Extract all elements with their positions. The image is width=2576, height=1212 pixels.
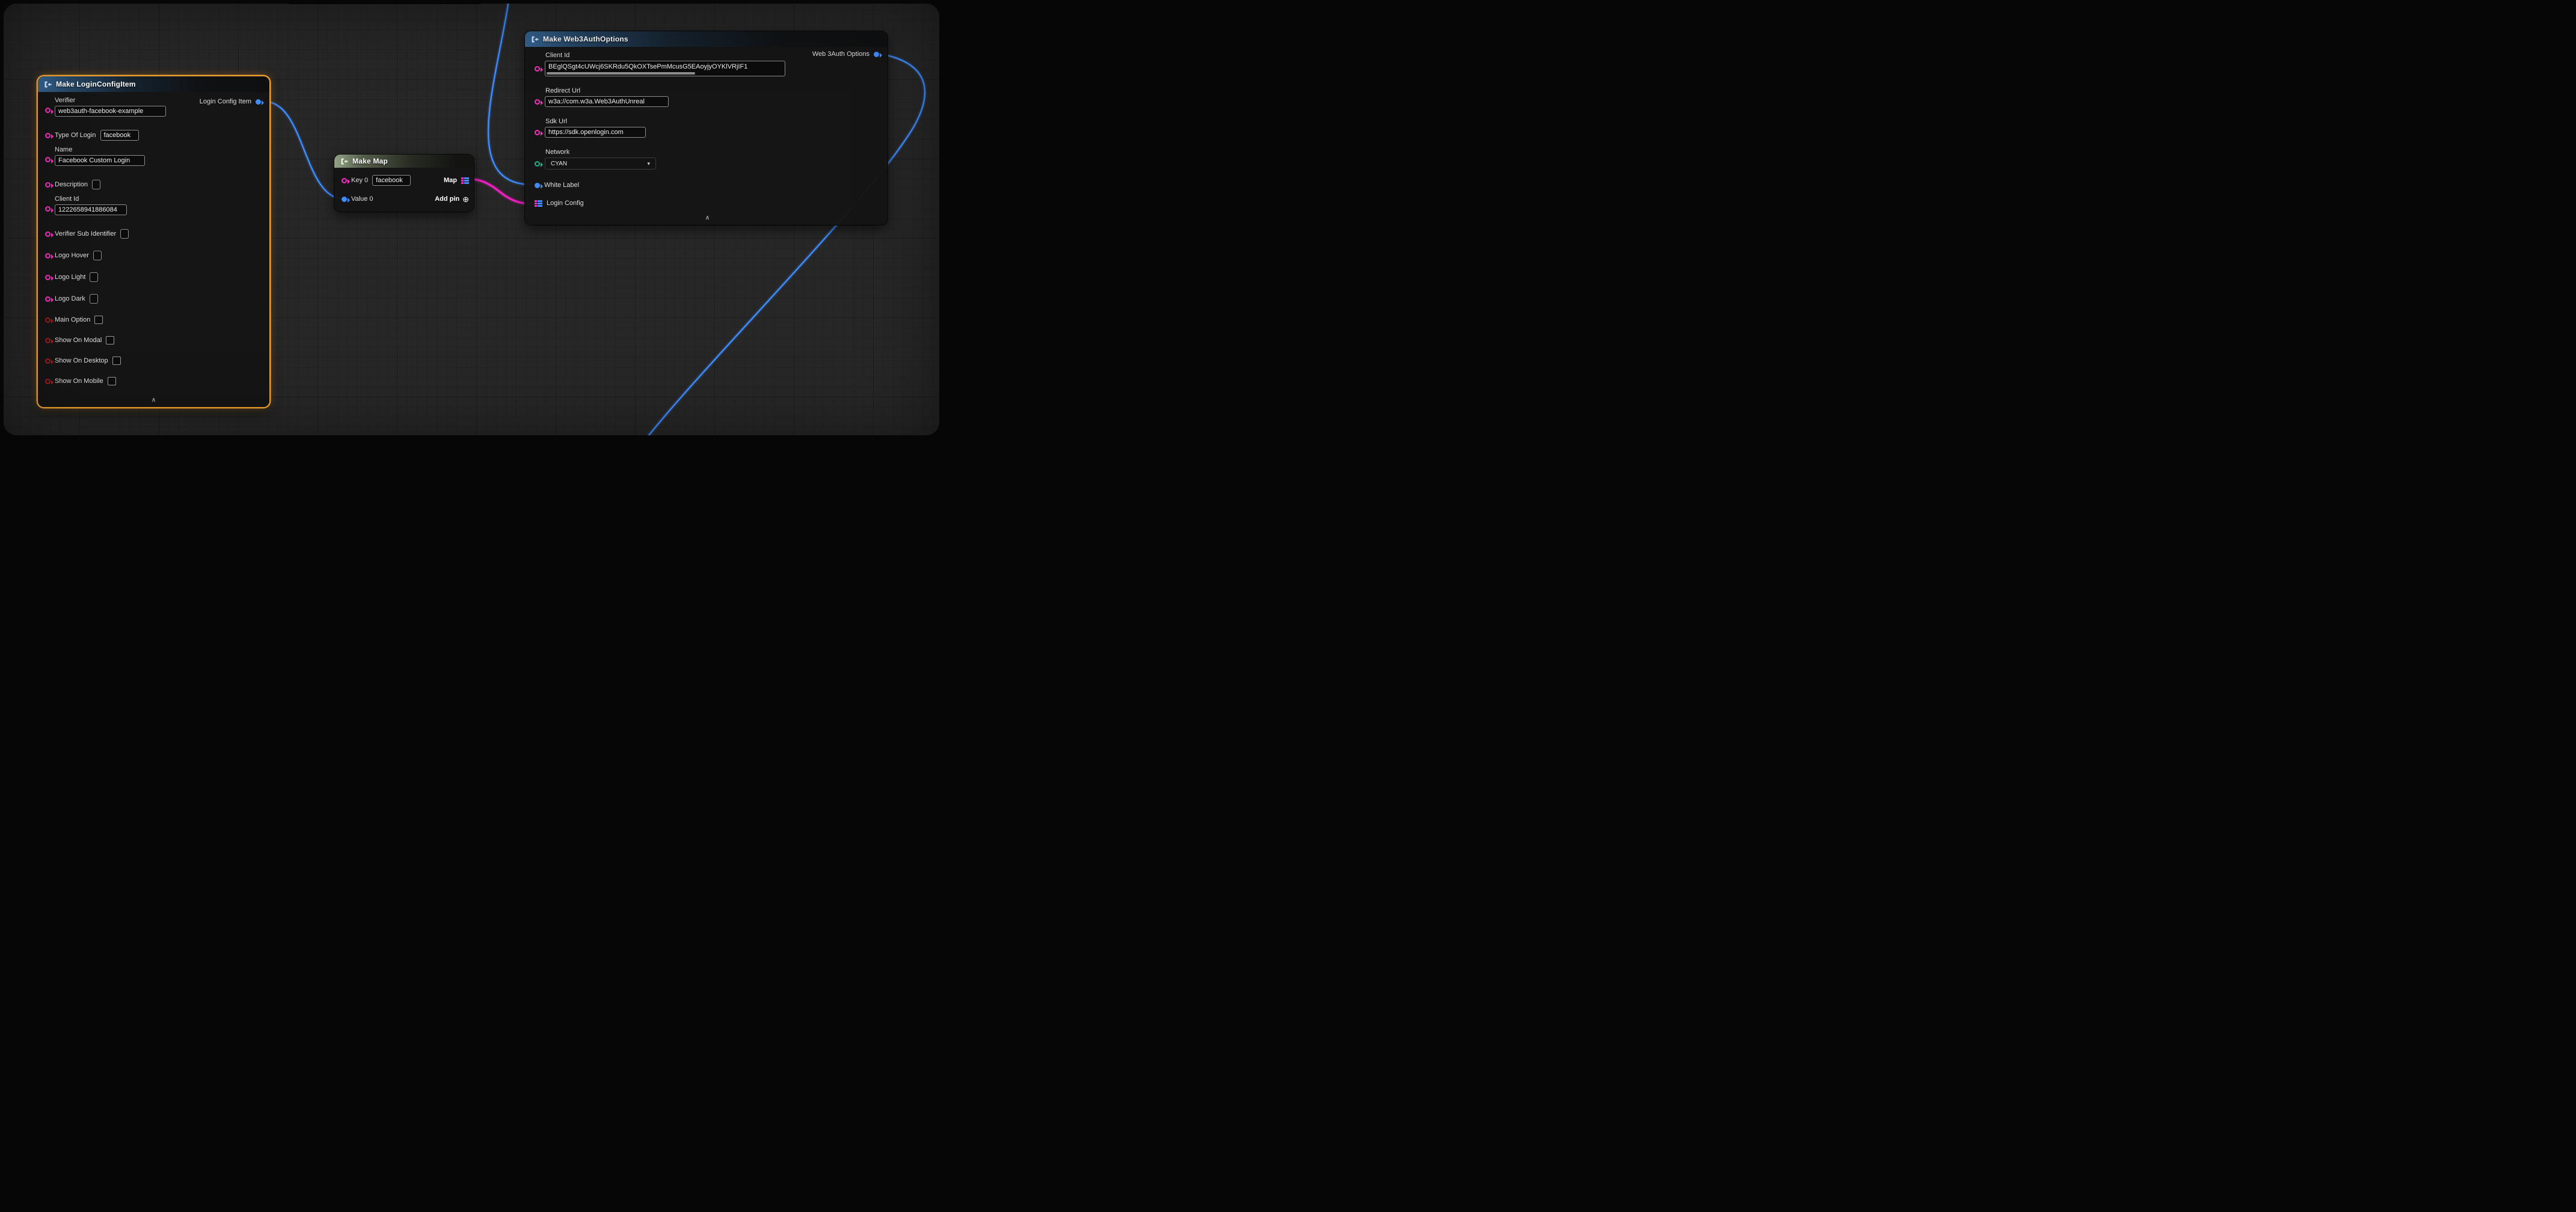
add-pin-label: Add pin: [435, 195, 459, 203]
node-make-map[interactable]: Make Map Key 0 facebook Map Value 0: [334, 155, 474, 212]
make-map-icon: [340, 158, 348, 165]
add-pin-button[interactable]: Add pin ⊕: [435, 195, 469, 203]
show-on-desktop-label: Show On Desktop: [55, 357, 108, 364]
verifier-pin[interactable]: [45, 108, 51, 113]
client-id-input[interactable]: 1222658941886084: [55, 204, 127, 215]
logo-hover-pin[interactable]: [45, 253, 51, 259]
wire-login-config-item-to-value-0[interactable]: [265, 102, 344, 199]
client-id-scrollbar[interactable]: [547, 72, 695, 75]
show-on-desktop-checkbox[interactable]: [112, 357, 121, 365]
node-make-web3authoptions[interactable]: Make Web3AuthOptions Web 3Auth Options C…: [525, 31, 888, 225]
make-struct-icon: [531, 35, 539, 43]
show-on-modal-label: Show On Modal: [55, 337, 102, 344]
sdk-url-label: Sdk Url: [545, 118, 883, 125]
verifier-sub-identifier-label: Verifier Sub Identifier: [55, 230, 116, 237]
output-web3auth-options: Web 3Auth Options: [812, 50, 879, 58]
output-pin-label: Login Config Item: [200, 98, 251, 105]
node-title: Make Map: [352, 157, 388, 165]
white-label-pin[interactable]: [535, 183, 540, 188]
client-id-pin[interactable]: [535, 66, 540, 72]
key-0-input[interactable]: facebook: [372, 175, 411, 186]
show-on-mobile-pin[interactable]: [45, 379, 51, 384]
output-pin-label: Web 3Auth Options: [812, 50, 869, 58]
show-on-mobile-checkbox[interactable]: [108, 377, 116, 385]
logo-dark-label: Logo Dark: [55, 295, 85, 302]
logo-light-label: Logo Light: [55, 274, 85, 281]
network-selected-value: CYAN: [551, 161, 567, 167]
add-pin-plus-icon: ⊕: [462, 195, 469, 203]
logo-light-pin[interactable]: [45, 275, 51, 280]
type-of-login-pin[interactable]: [45, 133, 51, 138]
description-label: Description: [55, 181, 88, 188]
node-header-make-web3authoptions[interactable]: Make Web3AuthOptions: [525, 31, 888, 47]
verifier-input[interactable]: web3auth-facebook-example: [55, 106, 166, 117]
verifier-sub-identifier-pin[interactable]: [45, 231, 51, 237]
collapse-node-button[interactable]: ∧: [532, 214, 883, 222]
make-struct-icon: [44, 81, 52, 88]
logo-hover-label: Logo Hover: [55, 252, 89, 259]
redirect-url-label: Redirect Url: [545, 87, 883, 94]
description-pin[interactable]: [45, 182, 51, 188]
name-input[interactable]: Facebook Custom Login: [55, 155, 145, 166]
collapse-chevron-icon: ∧: [705, 215, 710, 221]
name-label: Name: [55, 146, 145, 153]
show-on-desktop-pin[interactable]: [45, 358, 51, 364]
client-id-input[interactable]: BEglQSgt4cUWcj6SKRdu5QkOXTsePmMcusG5EAoy…: [545, 61, 785, 76]
web3auth-options-output-pin[interactable]: [874, 52, 879, 57]
graph-world: Make LoginConfigItem Login Config Item V…: [4, 4, 939, 435]
value-0-pin[interactable]: [342, 197, 347, 202]
show-on-mobile-label: Show On Mobile: [55, 378, 103, 385]
main-option-label: Main Option: [55, 316, 90, 323]
node-header-make-map[interactable]: Make Map: [334, 155, 474, 168]
logo-dark-input[interactable]: [90, 294, 98, 304]
network-pin[interactable]: [535, 161, 540, 167]
login-config-item-output-pin[interactable]: [256, 99, 261, 105]
client-id-value: BEglQSgt4cUWcj6SKRdu5QkOXTsePmMcusG5EAoy…: [548, 63, 747, 70]
graph-canvas[interactable]: Make LoginConfigItem Login Config Item V…: [4, 4, 939, 435]
node-title: Make Web3AuthOptions: [543, 35, 628, 43]
login-config-label: Login Config: [547, 200, 584, 207]
redirect-url-input[interactable]: w3a://com.w3a.Web3AuthUnreal: [545, 96, 669, 107]
network-dropdown[interactable]: CYAN ▾: [545, 158, 656, 170]
node-make-loginconfigitem[interactable]: Make LoginConfigItem Login Config Item V…: [38, 76, 269, 407]
map-output-pin[interactable]: [461, 177, 469, 184]
logo-hover-input[interactable]: [93, 251, 102, 260]
collapse-node-button[interactable]: ∧: [43, 396, 265, 405]
client-id-pin[interactable]: [45, 206, 51, 212]
description-input[interactable]: [92, 180, 100, 189]
name-pin[interactable]: [45, 157, 51, 162]
map-output-label: Map: [444, 177, 457, 184]
main-option-pin[interactable]: [45, 317, 51, 323]
sdk-url-input[interactable]: https://sdk.openlogin.com: [545, 127, 646, 138]
sdk-url-pin[interactable]: [535, 130, 540, 135]
show-on-modal-pin[interactable]: [45, 338, 51, 343]
redirect-url-pin[interactable]: [535, 99, 540, 105]
network-label: Network: [545, 148, 883, 156]
blueprint-editor-window: Make LoginConfigItem Login Config Item V…: [0, 0, 943, 444]
output-login-config-item: Login Config Item: [200, 98, 261, 105]
type-of-login-label: Type Of Login: [55, 132, 96, 139]
key-0-label: Key 0: [351, 177, 368, 184]
show-on-modal-checkbox[interactable]: [106, 336, 114, 344]
main-option-checkbox[interactable]: [94, 316, 103, 324]
verifier-label: Verifier: [55, 97, 166, 104]
type-of-login-input[interactable]: facebook: [100, 130, 139, 141]
value-0-label: Value 0: [351, 195, 373, 203]
verifier-sub-identifier-input[interactable]: [120, 229, 129, 239]
client-id-label: Client Id: [55, 195, 127, 203]
node-header-make-loginconfigitem[interactable]: Make LoginConfigItem: [38, 76, 269, 92]
node-title: Make LoginConfigItem: [56, 80, 136, 88]
logo-light-input[interactable]: [90, 272, 98, 282]
collapse-chevron-icon: ∧: [152, 397, 156, 403]
login-config-pin[interactable]: [535, 200, 542, 207]
chevron-down-icon: ▾: [647, 161, 650, 167]
logo-dark-pin[interactable]: [45, 296, 51, 302]
white-label-label: White Label: [544, 182, 579, 189]
key-0-pin[interactable]: [342, 178, 347, 183]
